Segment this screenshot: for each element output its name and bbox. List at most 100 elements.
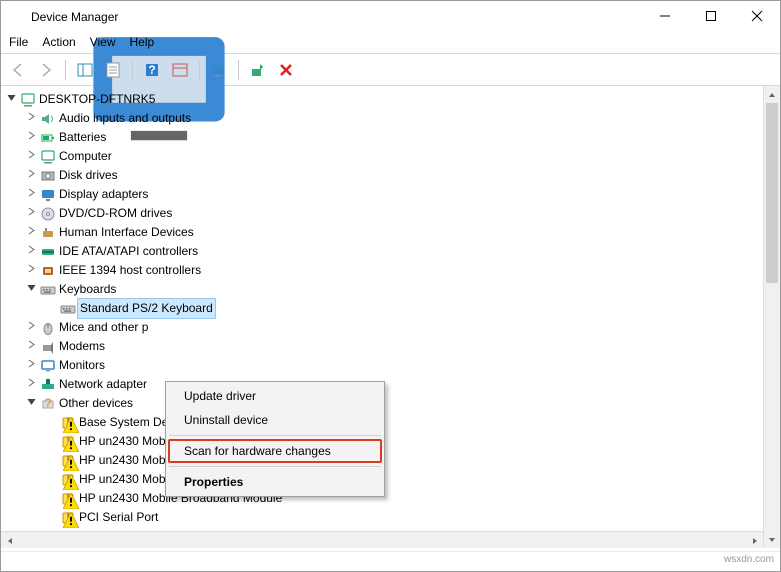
tree-label: Network adapter xyxy=(57,375,147,394)
tree-label: DESKTOP-DFTNRK5 xyxy=(37,90,155,109)
modem-icon xyxy=(39,339,57,355)
tree-label: Mice and other p xyxy=(57,318,148,337)
expander-icon[interactable] xyxy=(3,90,19,109)
menu-help[interactable]: Help xyxy=(130,35,155,49)
computer-icon xyxy=(39,149,57,165)
tree-label: IEEE 1394 host controllers xyxy=(57,261,201,280)
tree-item[interactable]: PCI Serial Port xyxy=(3,508,778,527)
tree-item[interactable]: IDE ATA/ATAPI controllers xyxy=(3,242,778,261)
menu-file[interactable]: File xyxy=(9,35,28,49)
scroll-left-arrow[interactable] xyxy=(1,532,18,548)
battery-icon xyxy=(39,130,57,146)
expander-icon[interactable] xyxy=(23,147,39,166)
tree-label: PCI Serial Port xyxy=(77,508,158,527)
unknown-icon xyxy=(59,434,77,450)
help-button[interactable]: ? xyxy=(141,59,163,81)
tree-item[interactable]: HP un2430 Mobile Broadband Module xyxy=(3,489,778,508)
horizontal-scrollbar[interactable] xyxy=(1,531,763,548)
unknown-icon xyxy=(59,491,77,507)
tree-label: Human Interface Devices xyxy=(57,223,194,242)
ctx-properties[interactable]: Properties xyxy=(168,470,382,494)
tree-item[interactable]: Base System Device xyxy=(3,413,778,432)
tree-item[interactable]: Other devices xyxy=(3,394,778,413)
expander-icon[interactable] xyxy=(23,128,39,147)
tree-item[interactable]: DESKTOP-DFTNRK5 xyxy=(3,90,778,109)
expander-icon[interactable] xyxy=(23,223,39,242)
maximize-button[interactable] xyxy=(688,1,734,31)
scroll-up-arrow[interactable] xyxy=(764,86,780,103)
expander-icon[interactable] xyxy=(23,375,39,394)
expander-icon[interactable] xyxy=(23,318,39,337)
tree-item[interactable]: Human Interface Devices xyxy=(3,223,778,242)
tree-item[interactable]: Network adapter xyxy=(3,375,778,394)
display-icon xyxy=(39,187,57,203)
scroll-thumb[interactable] xyxy=(766,103,778,283)
vertical-scrollbar[interactable] xyxy=(763,86,780,548)
tree-item[interactable]: HP un2430 Mobile Broadband Module xyxy=(3,451,778,470)
titlebar: Device Manager xyxy=(1,1,780,33)
ctx-uninstall-device[interactable]: Uninstall device xyxy=(168,408,382,432)
expander-icon[interactable] xyxy=(23,261,39,280)
update-driver-button[interactable] xyxy=(247,59,269,81)
expander-icon[interactable] xyxy=(23,204,39,223)
expander-icon[interactable] xyxy=(23,394,39,413)
monitor-icon xyxy=(39,358,57,374)
tree-label: Batteries xyxy=(57,128,106,147)
menu-action[interactable]: Action xyxy=(42,35,75,49)
forward-button[interactable] xyxy=(35,59,57,81)
menu-view[interactable]: View xyxy=(90,35,116,49)
ide-icon xyxy=(39,244,57,260)
ctx-update-driver[interactable]: Update driver xyxy=(168,384,382,408)
action-center-button[interactable] xyxy=(169,59,191,81)
tree-item-selected[interactable]: Standard PS/2 Keyboard xyxy=(3,299,778,318)
show-hide-console-button[interactable] xyxy=(74,59,96,81)
back-button[interactable] xyxy=(7,59,29,81)
disk-icon xyxy=(39,168,57,184)
svg-text:?: ? xyxy=(148,63,155,77)
minimize-button[interactable] xyxy=(642,1,688,31)
expander-icon[interactable] xyxy=(23,242,39,261)
expander-icon[interactable] xyxy=(23,166,39,185)
tree-item[interactable]: Disk drives xyxy=(3,166,778,185)
expander-icon[interactable] xyxy=(23,109,39,128)
ctx-scan-hardware[interactable]: Scan for hardware changes xyxy=(168,439,382,463)
app-icon xyxy=(9,9,25,25)
expander-icon[interactable] xyxy=(23,337,39,356)
unknown-icon xyxy=(59,415,77,431)
tree-item[interactable]: Modems xyxy=(3,337,778,356)
properties-button[interactable] xyxy=(102,59,124,81)
audio-icon xyxy=(39,111,57,127)
keyboard-icon xyxy=(59,301,77,317)
tree-label: Monitors xyxy=(57,356,105,375)
tree-item[interactable]: Keyboards xyxy=(3,280,778,299)
tree-item[interactable]: Audio inputs and outputs xyxy=(3,109,778,128)
unknown-icon xyxy=(59,472,77,488)
tree-item[interactable]: HP un2430 Mobile Broadband Module xyxy=(3,470,778,489)
tree-item[interactable]: DVD/CD-ROM drives xyxy=(3,204,778,223)
close-button[interactable] xyxy=(734,1,780,31)
tree-item[interactable]: Batteries xyxy=(3,128,778,147)
tree-label: IDE ATA/ATAPI controllers xyxy=(57,242,198,261)
watermark: wsxdn.com xyxy=(1,551,780,571)
dvd-icon xyxy=(39,206,57,222)
tree-item[interactable]: Display adapters xyxy=(3,185,778,204)
tree-label: Display adapters xyxy=(57,185,148,204)
expander-icon[interactable] xyxy=(23,185,39,204)
uninstall-button[interactable] xyxy=(275,59,297,81)
tree-item[interactable]: Mice and other p xyxy=(3,318,778,337)
scroll-right-arrow[interactable] xyxy=(746,532,763,548)
tree-label: DVD/CD-ROM drives xyxy=(57,204,172,223)
tree-item[interactable]: Monitors xyxy=(3,356,778,375)
scroll-down-arrow[interactable] xyxy=(764,531,780,548)
mouse-icon xyxy=(39,320,57,336)
tree-label: Other devices xyxy=(57,394,133,413)
hid-icon xyxy=(39,225,57,241)
tree-item[interactable]: Computer xyxy=(3,147,778,166)
expander-icon[interactable] xyxy=(23,280,39,299)
scan-hardware-button[interactable] xyxy=(208,59,230,81)
expander-icon[interactable] xyxy=(23,356,39,375)
device-tree-pane: DESKTOP-DFTNRK5Audio inputs and outputsB… xyxy=(1,86,780,548)
tree-item[interactable]: HP un2430 Mobile Broadband Module xyxy=(3,432,778,451)
network-icon xyxy=(39,377,57,393)
tree-item[interactable]: IEEE 1394 host controllers xyxy=(3,261,778,280)
